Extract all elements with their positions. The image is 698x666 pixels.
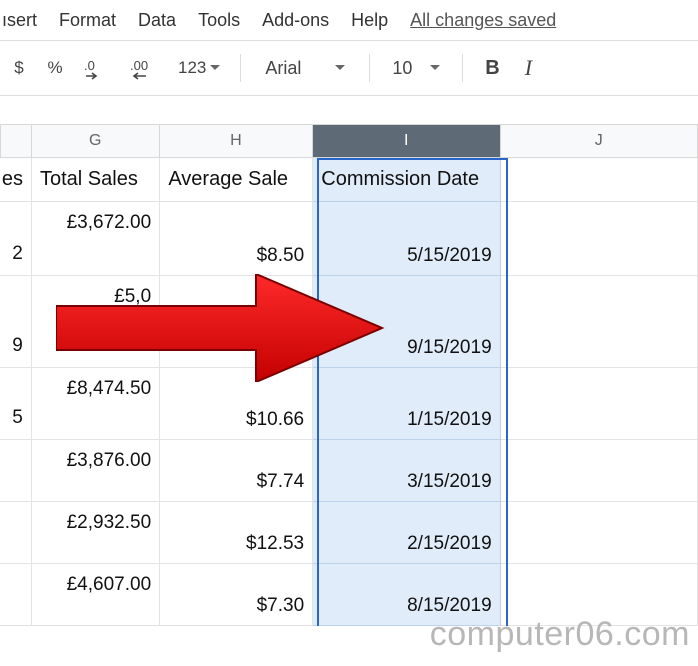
cell-average-sale[interactable]: $8.50 [160,202,313,276]
bold-button[interactable]: B [477,50,507,86]
chevron-down-icon [335,65,345,71]
cell-average-sale[interactable]: $7.74 [160,440,313,502]
cell-commission-date[interactable]: 5/15/2019 [313,202,501,276]
cell-total-sales[interactable]: £5,0 [32,276,160,368]
column-header-g[interactable]: G [32,124,160,158]
table-row: 2£3,672.00$8.505/15/2019 [0,202,698,276]
cell-average-sale[interactable] [160,276,313,368]
table-row: £3,876.00$7.743/15/2019 [0,440,698,502]
cell-total-sales-header[interactable]: Total Sales [32,158,160,202]
cell[interactable] [501,564,698,626]
toolbar-separator [462,54,463,82]
cell-total-sales[interactable]: £3,876.00 [32,440,160,502]
cell[interactable] [0,564,32,626]
column-header-blank[interactable] [0,124,32,158]
format-percent-button[interactable]: % [40,50,70,86]
cell[interactable] [501,202,698,276]
format-currency-button[interactable]: $ [4,50,34,86]
chevron-down-icon [210,65,220,71]
cell[interactable] [0,502,32,564]
cell-commission-date[interactable]: 8/15/2019 [313,564,501,626]
cell-commission-date-header[interactable]: Commission Date [313,158,500,202]
cell-commission-date[interactable]: 3/15/2019 [313,440,501,502]
column-header-h[interactable]: H [160,124,313,158]
chevron-down-icon [430,65,440,71]
toolbar-separator [240,54,241,82]
cell[interactable] [501,440,698,502]
toolbar-separator [369,54,370,82]
cell-average-sale[interactable]: $10.66 [160,368,313,440]
cell[interactable] [501,158,698,202]
svg-text:.0: .0 [84,58,95,73]
menu-insert[interactable]: ısert [2,10,37,31]
spreadsheet-grid: G H I J es Total Sales Average Sale Comm… [0,124,698,626]
table-row: 9£5,0 9/15/2019 [0,276,698,368]
toolbar: $ % .0 .00 123 Arial 10 B I [0,40,698,96]
increase-decimal-button[interactable]: .00 [122,50,166,86]
font-family-select[interactable]: Arial [255,58,355,79]
column-headers: G H I J [0,124,698,158]
cell-total-sales[interactable]: £4,607.00 [32,564,160,626]
cell-average-sale-header[interactable]: Average Sale [160,158,313,202]
font-size-label: 10 [392,58,412,79]
cell-average-sale[interactable]: $12.53 [160,502,313,564]
menu-bar: ısert Format Data Tools Add-ons Help All… [0,0,698,40]
column-header-j[interactable]: J [501,124,698,158]
cell-commission-date[interactable]: 2/15/2019 [313,502,501,564]
table-row: £4,607.00$7.308/15/2019 [0,564,698,626]
selection-border [317,158,319,626]
data-rows: es Total Sales Average Sale Commission D… [0,158,698,626]
cell[interactable] [501,502,698,564]
cell[interactable] [0,440,32,502]
menu-tools[interactable]: Tools [198,10,240,31]
font-size-select[interactable]: 10 [384,58,448,79]
selection-border [506,158,508,626]
more-formats-button[interactable]: 123 [172,50,226,86]
cell[interactable]: 2 [0,202,32,276]
menu-help[interactable]: Help [351,10,388,31]
table-row: 5£8,474.50$10.661/15/2019 [0,368,698,440]
cell[interactable] [501,276,698,368]
cell[interactable]: 5 [0,368,32,440]
svg-text:.00: .00 [130,58,148,73]
font-family-label: Arial [265,58,301,79]
cell[interactable]: es [0,158,32,202]
more-formats-label: 123 [178,58,206,78]
cell-total-sales[interactable]: £8,474.50 [32,368,160,440]
selection-border [317,158,507,160]
changes-saved-link[interactable]: All changes saved [410,10,556,31]
cell-commission-date[interactable]: 9/15/2019 [313,276,501,368]
menu-format[interactable]: Format [59,10,116,31]
table-header-row: es Total Sales Average Sale Commission D… [0,158,698,202]
menu-addons[interactable]: Add-ons [262,10,329,31]
cell-total-sales[interactable]: £3,672.00 [32,202,160,276]
cell-average-sale[interactable]: $7.30 [160,564,313,626]
cell[interactable]: 9 [0,276,32,368]
table-row: £2,932.50$12.532/15/2019 [0,502,698,564]
italic-button[interactable]: I [513,50,543,86]
cell-commission-date[interactable]: 1/15/2019 [313,368,501,440]
menu-data[interactable]: Data [138,10,176,31]
cell[interactable] [501,368,698,440]
column-header-i[interactable]: I [313,124,501,158]
cell-total-sales[interactable]: £2,932.50 [32,502,160,564]
decrease-decimal-button[interactable]: .0 [76,50,116,86]
